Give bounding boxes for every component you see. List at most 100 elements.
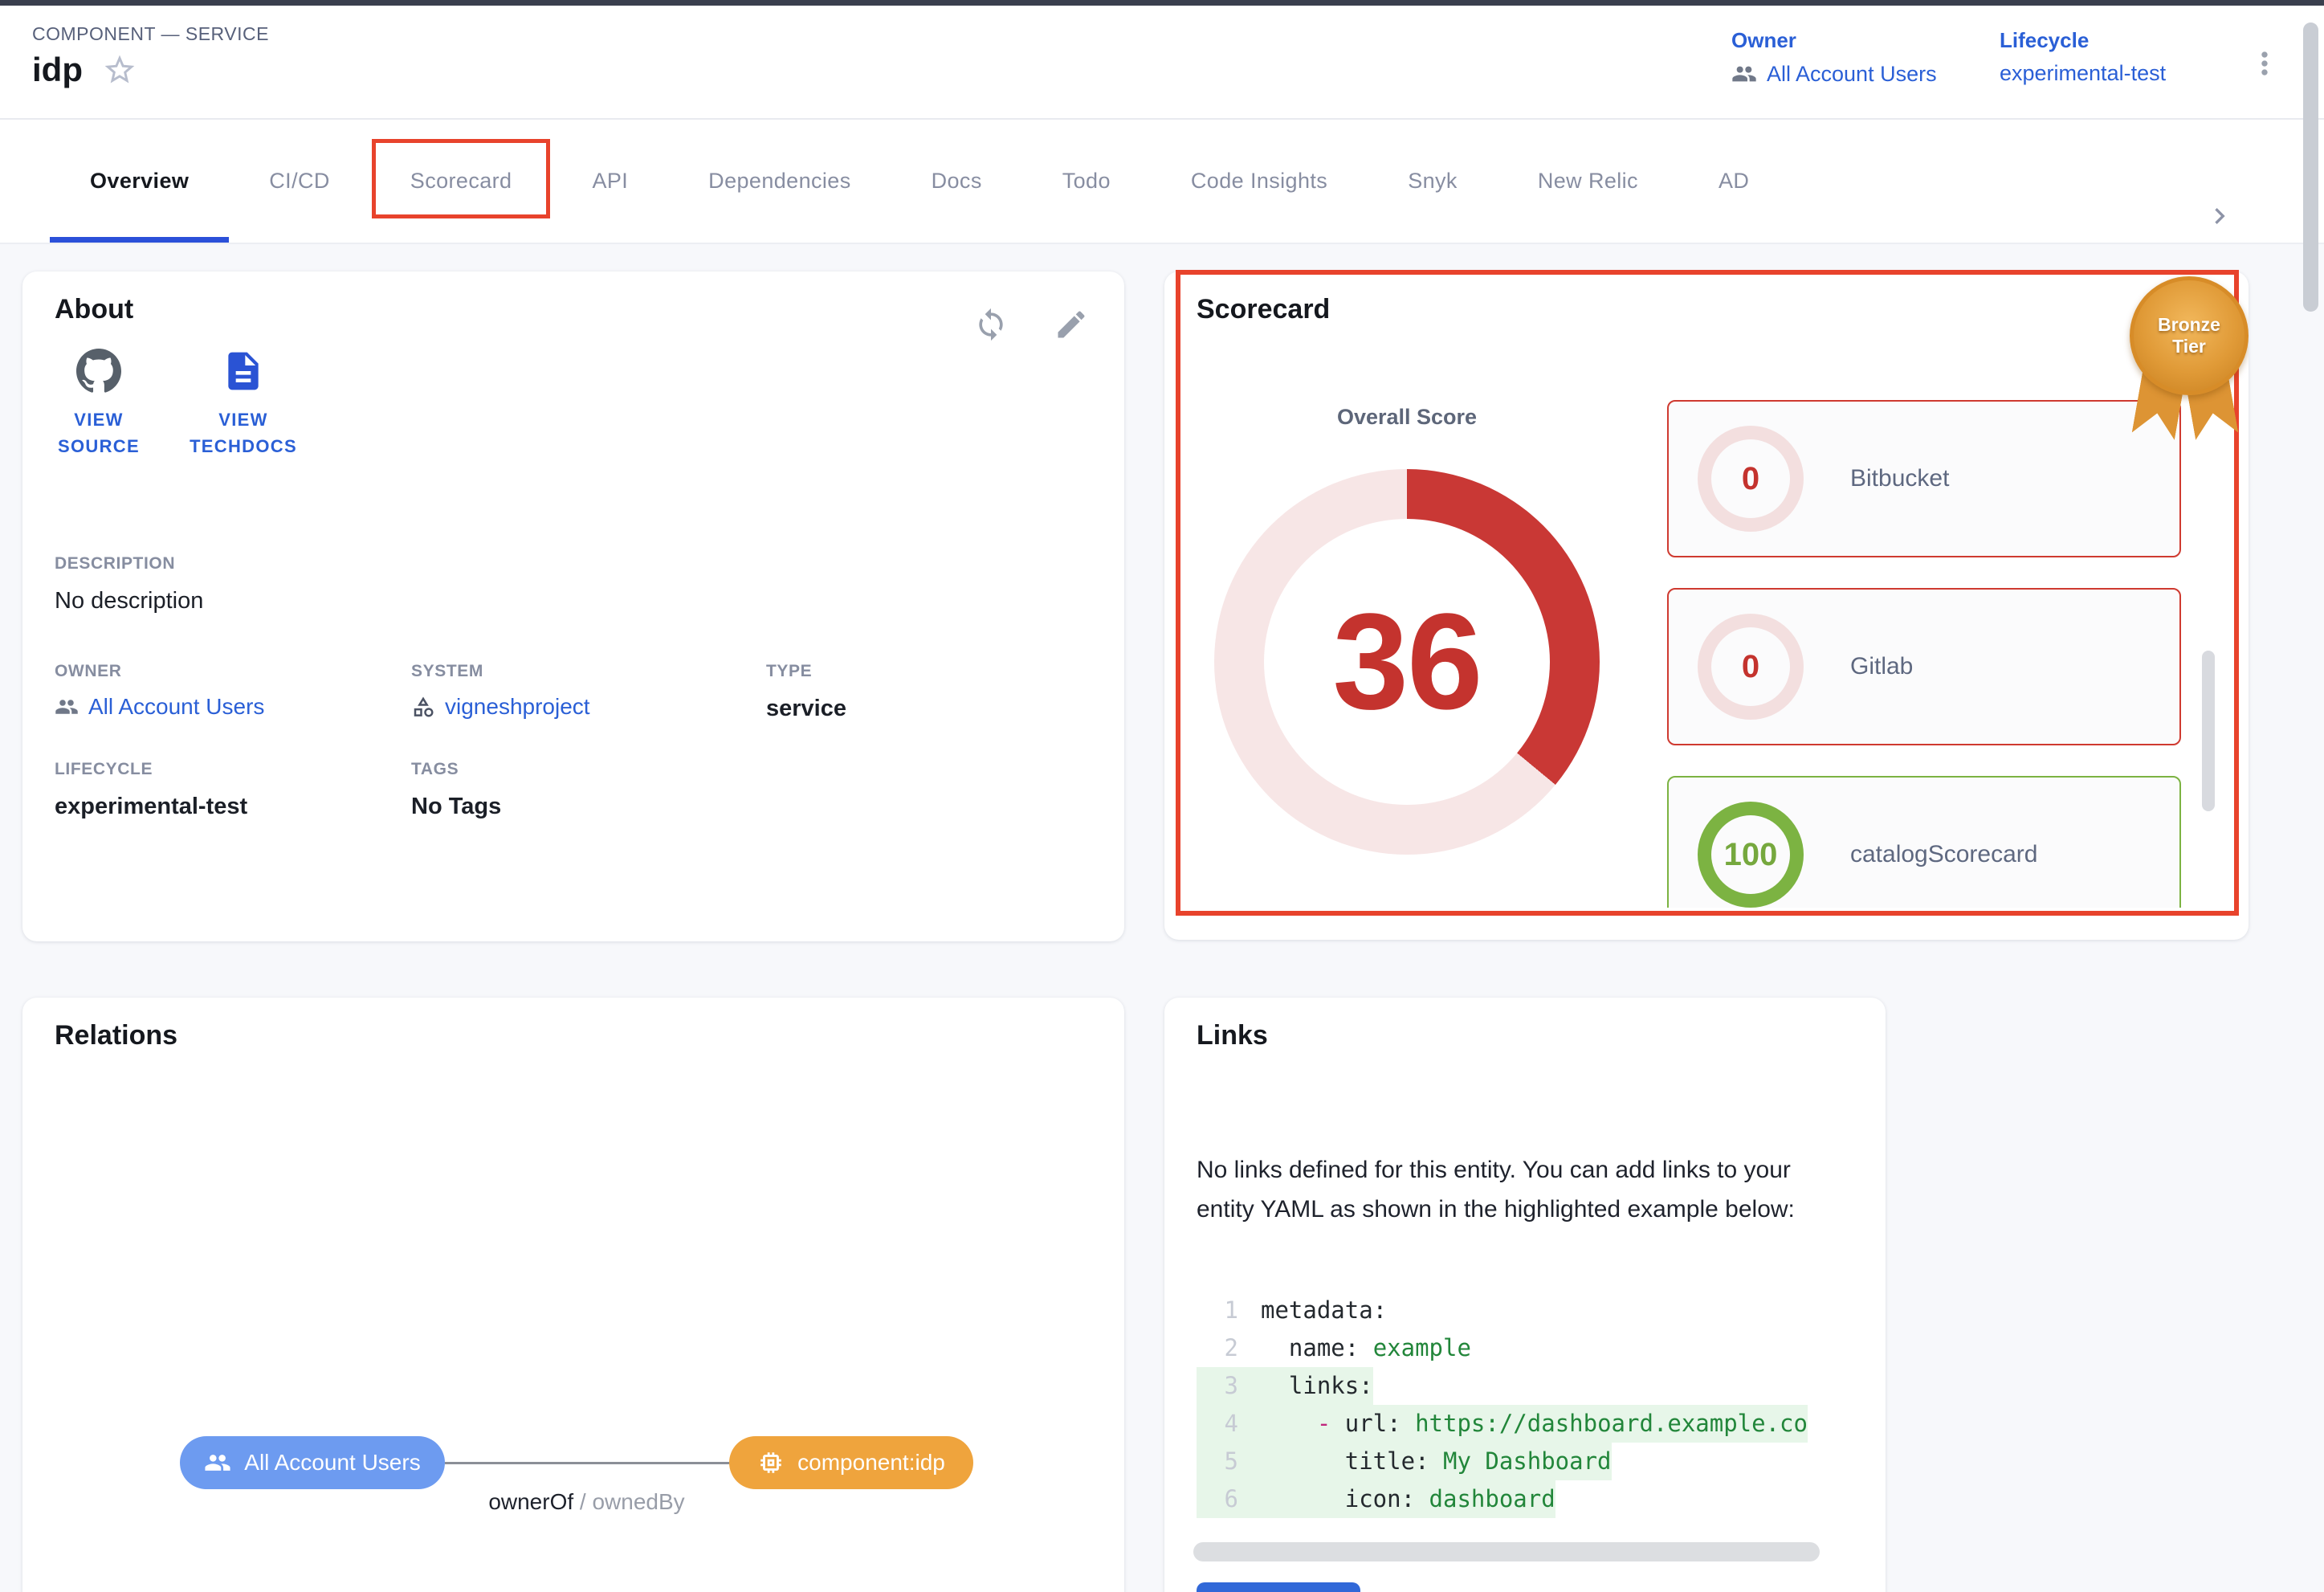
score-ring: 100 (1698, 802, 1804, 908)
code-horizontal-scrollbar[interactable] (1193, 1542, 1820, 1561)
owner-link[interactable]: All Account Users (1731, 61, 1937, 87)
code-token: example (1373, 1329, 1471, 1367)
tags-field-value: No Tags (411, 794, 501, 820)
tab-new-relic[interactable]: New Relic (1498, 120, 1678, 243)
techdocs-icon (221, 349, 266, 394)
edge-reverse: ownedBy (592, 1489, 684, 1514)
system-field-link[interactable]: vigneshproject (411, 694, 590, 720)
about-actions (973, 307, 1089, 342)
tab-label: Scorecard (410, 169, 512, 194)
view-source-button[interactable]: VIEW SOURCE (22, 349, 175, 459)
tabs-scroll-right-icon[interactable] (2204, 200, 2236, 232)
scorecard-title: Scorecard (1197, 294, 1330, 325)
code-token (1261, 1329, 1289, 1367)
relation-node-component[interactable]: component:idp (729, 1436, 973, 1489)
edge-separator: / (573, 1489, 592, 1514)
refresh-icon[interactable] (973, 307, 1009, 342)
relation-edge-label: ownerOf / ownedBy (368, 1489, 805, 1515)
tab-label: API (592, 169, 628, 194)
favorite-star-icon[interactable] (102, 52, 137, 88)
code-token: name: (1289, 1329, 1359, 1367)
score-value: 100 (1698, 802, 1804, 908)
code-token: icon: (1345, 1480, 1415, 1518)
scorecard-items-list: 0 Bitbucket 0 Gitlab 100 catalogScorecard (1667, 400, 2181, 908)
tab-label: Snyk (1408, 169, 1458, 194)
tab-ci-cd[interactable]: CI/CD (229, 120, 370, 243)
links-card: Links No links defined for this entity. … (1164, 998, 1886, 1592)
owner-field-link[interactable]: All Account Users (55, 694, 264, 720)
code-token: dashboard (1429, 1480, 1555, 1518)
browser-top-strip (0, 0, 2324, 6)
tab-dependencies[interactable]: Dependencies (668, 120, 891, 243)
lifecycle-field-label: LIFECYCLE (55, 760, 247, 779)
tab-label: Docs (932, 169, 982, 194)
node-label: component:idp (797, 1450, 945, 1476)
about-card: About VIEW SOURCE VIEW TECHDOCS DESCRIPT… (22, 271, 1124, 941)
badge-line2: Tier (2172, 336, 2206, 357)
line-number: 1 (1197, 1292, 1238, 1329)
yaml-code-block: 1metadata:2 name: example3 links:4 - url… (1197, 1292, 1833, 1518)
primary-button-partial[interactable] (1197, 1582, 1360, 1592)
tab-ad[interactable]: AD (1678, 120, 1789, 243)
score-ring: 0 (1698, 426, 1804, 532)
scorecard-item-bitbucket[interactable]: 0 Bitbucket (1667, 400, 2181, 557)
scorecard-list-scrollbar[interactable] (2202, 651, 2215, 811)
more-options-icon[interactable] (2247, 41, 2282, 86)
header-lifecycle-block: Lifecycle experimental-test (2000, 28, 2166, 86)
tags-field-label: TAGS (411, 760, 501, 779)
header-owner-block: Owner All Account Users (1731, 28, 1937, 87)
line-number: 2 (1197, 1329, 1238, 1367)
code-line: 2 name: example (1197, 1329, 1471, 1367)
code-line: 5 title: My Dashboard (1197, 1443, 1612, 1480)
code-token (1401, 1405, 1415, 1443)
relations-card: Relations All Account Users component:id… (22, 998, 1124, 1592)
relation-node-owner[interactable]: All Account Users (180, 1436, 445, 1489)
tab-snyk[interactable]: Snyk (1368, 120, 1498, 243)
score-ring: 0 (1698, 614, 1804, 720)
edit-icon[interactable] (1054, 307, 1089, 342)
code-line: 4 - url: https://dashboard.example.co (1197, 1405, 1808, 1443)
score-item-label: Bitbucket (1850, 465, 1949, 492)
tab-api[interactable]: API (552, 120, 668, 243)
line-number: 5 (1197, 1443, 1238, 1480)
view-source-label: VIEW SOURCE (35, 406, 163, 459)
owner-field-label: OWNER (55, 662, 264, 681)
tab-todo[interactable]: Todo (1022, 120, 1151, 243)
tabs-bar: OverviewCI/CD Scorecard API Dependencies Doc… (0, 120, 2324, 244)
page: COMPONENT — SERVICE idp Owner All Accoun… (0, 0, 2324, 1592)
lifecycle-value: experimental-test (2000, 61, 2166, 86)
title-row: idp (32, 51, 137, 89)
tab-docs[interactable]: Docs (891, 120, 1022, 243)
code-token: - (1317, 1405, 1331, 1443)
view-techdocs-button[interactable]: VIEW TECHDOCS (167, 349, 320, 459)
page-title: idp (32, 51, 83, 89)
tab-label: New Relic (1538, 169, 1638, 194)
lifecycle-label: Lifecycle (2000, 28, 2166, 53)
code-token: metadata: (1261, 1292, 1387, 1329)
tab-overview[interactable]: Overview (50, 120, 229, 243)
code-token: https://dashboard.example.co (1415, 1405, 1808, 1443)
system-field-label: SYSTEM (411, 662, 590, 681)
breadcrumb: COMPONENT — SERVICE (32, 23, 269, 45)
overall-score-label: Overall Score (1286, 405, 1527, 430)
code-token: title: (1345, 1443, 1429, 1480)
score-item-label: Gitlab (1850, 653, 1913, 680)
scorecard-item-gitlab[interactable]: 0 Gitlab (1667, 588, 2181, 745)
code-token (1415, 1480, 1429, 1518)
tab-code-insights[interactable]: Code Insights (1151, 120, 1368, 243)
code-token (1429, 1443, 1443, 1480)
code-token: My Dashboard (1443, 1443, 1612, 1480)
lifecycle-field-value: experimental-test (55, 794, 247, 820)
score-item-label: catalogScorecard (1850, 841, 2037, 868)
people-icon (1731, 61, 1757, 87)
scorecard-item-catalogscorecard[interactable]: 100 catalogScorecard (1667, 776, 2181, 908)
links-title: Links (1197, 1020, 1268, 1051)
page-scrollbar[interactable] (2303, 22, 2318, 312)
tab-label: Todo (1062, 169, 1111, 194)
tags-field: TAGS No Tags (411, 760, 501, 820)
type-field-label: TYPE (766, 662, 846, 681)
tab-scorecard[interactable]: Scorecard (370, 120, 552, 243)
relations-title: Relations (55, 1020, 177, 1051)
links-empty-text: No links defined for this entity. You ca… (1197, 1150, 1839, 1229)
chip-icon (757, 1449, 785, 1476)
